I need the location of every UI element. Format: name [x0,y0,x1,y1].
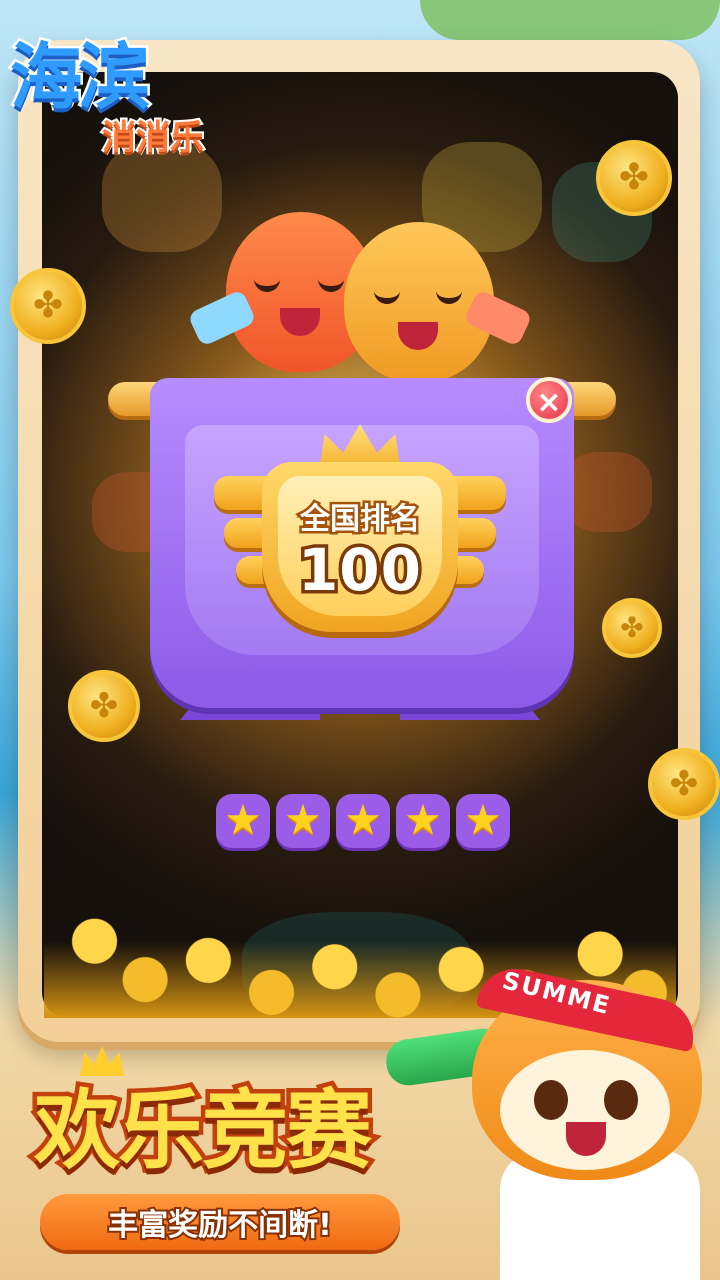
star-rating-item: ★ [336,794,390,848]
star-icon: ★ [404,795,442,844]
star-rating-item: ★ [276,794,330,848]
coin-icon: ✤ [648,748,720,820]
game-logo: 海滨 消消乐 [7,18,230,161]
logo-subtitle: 消消乐 [100,116,206,160]
ghost-tile [562,452,652,532]
close-button[interactable]: × [526,377,572,423]
coin-icon: ✤ [10,268,86,344]
rank-label: 全国排名 [298,500,423,540]
coin-icon: ✤ [596,140,672,216]
coin-icon: ✤ [602,598,662,658]
rank-value: 100 [294,533,424,608]
mascot-eye [534,1080,568,1120]
star-icon: ★ [464,795,502,844]
promo-subtitle: 丰富奖励不间断! [106,1206,334,1245]
logo-title: 海滨 [7,33,152,122]
palm-leaf [420,0,720,40]
star-rating-item: ★ [396,794,450,848]
star-icon: ★ [284,795,322,844]
star-rating-item: ★ [456,794,510,848]
star-icon: ★ [224,795,262,844]
mascot-eye [604,1080,638,1120]
star-rating-item: ★ [216,794,270,848]
coin-icon: ✤ [68,670,140,742]
promo-title: 欢乐竞赛 [30,1077,377,1186]
star-icon: ★ [344,795,382,844]
